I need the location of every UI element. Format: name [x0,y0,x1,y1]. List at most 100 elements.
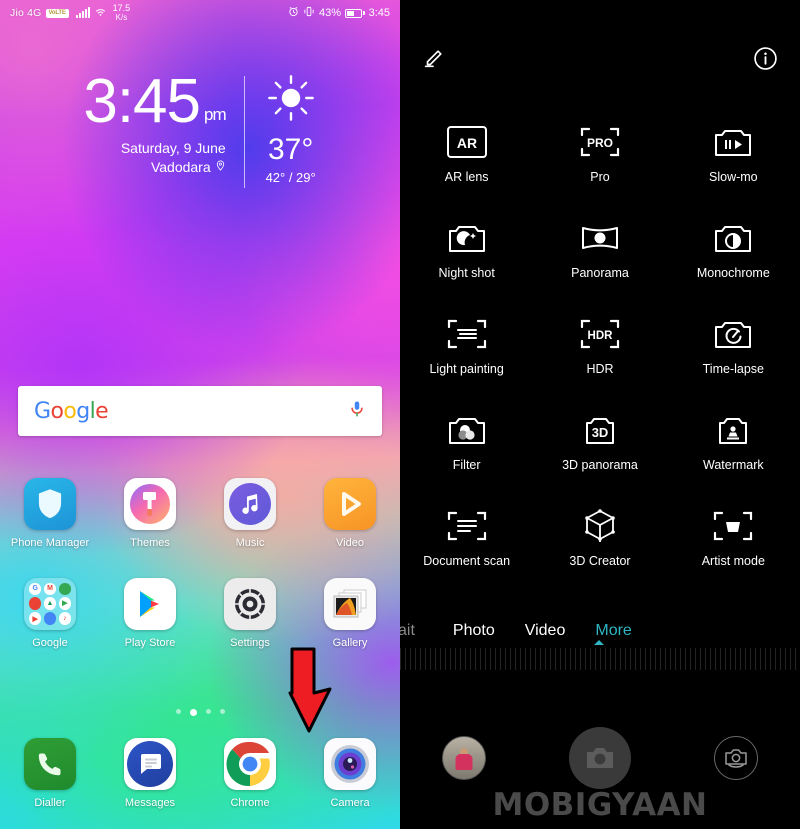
info-circle-icon[interactable] [753,46,778,76]
camera-mode-label: Time-lapse [702,362,764,376]
widget-meridiem: pm [204,105,227,125]
app-settings[interactable]: Settings [200,578,300,649]
camera-mode-label: AR lens [444,170,489,184]
camera-mode-pro[interactable]: PRO Pro [533,108,666,204]
app-label: Dialler [34,797,66,809]
tab-video[interactable]: Video [525,622,566,640]
screenshot-root: Jio 4G VoLTE 17.5 K/s 43% 3:45 3:45 pm S… [0,0,800,829]
camera-top-bar [400,44,800,78]
page-dot-active[interactable] [189,709,197,716]
app-label: Chrome [230,797,270,809]
app-themes[interactable]: Themes [100,478,200,549]
camera-mode-label: Monochrome [696,266,770,280]
camera-mode-label: Artist mode [701,554,765,568]
google-logo-letter: o [50,398,64,424]
svg-text:HDR: HDR [588,330,614,342]
shutter-button[interactable] [568,727,631,789]
dock-app-dialler[interactable]: Dialler [0,738,100,809]
clock-weather-widget[interactable]: 3:45 pm Saturday, 9 June Vadodara 37° 42… [0,67,400,188]
camera-mode-light-painting[interactable]: Light painting [400,300,533,396]
app-google-folder[interactable]: G M ▲ ▶ ▶ ♪ Google [0,578,100,649]
app-label: Music [235,537,265,549]
switch-camera-icon[interactable] [714,736,759,780]
monochrome-icon [712,216,754,260]
time-lapse-icon [712,312,754,356]
zoom-ruler-strip[interactable] [400,648,800,670]
camera-mode-filter[interactable]: Filter [400,396,533,492]
message-bubble-icon [124,738,176,790]
camera-mode-document-scan[interactable]: Document scan [400,492,533,588]
dock-app-camera[interactable]: Camera [300,738,400,809]
google-logo-letter: G [34,398,51,424]
app-video[interactable]: Video [300,478,400,549]
camera-mode-3d-creator[interactable]: 3D Creator [533,492,666,588]
camera-more-modes-panel: AR AR lens PRO Pro Slow-mo Night shot Pa… [400,0,800,829]
google-search-bar[interactable]: Google [18,386,382,436]
camera-mode-watermark[interactable]: Watermark [667,396,800,492]
camera-lens-icon [324,738,376,790]
night-shot-icon [446,216,488,260]
camera-mode-panorama[interactable]: Panorama [533,204,666,300]
home-screen-panel: Jio 4G VoLTE 17.5 K/s 43% 3:45 3:45 pm S… [0,0,400,829]
filter-icon [446,408,488,452]
pro-mode-icon: PRO [579,120,621,164]
artist-mode-icon [712,504,754,548]
active-tab-caret-icon [594,640,604,645]
page-dot[interactable] [219,709,225,714]
battery-percent-label: 43% [319,7,342,19]
app-label: Camera [330,797,370,809]
status-bar: Jio 4G VoLTE 17.5 K/s 43% 3:45 [0,0,400,26]
status-bar-left: Jio 4G VoLTE 17.5 K/s [10,4,130,23]
gallery-thumbnail[interactable] [441,736,486,780]
app-label: Play Store [124,637,176,649]
red-arrow-to-camera [278,645,348,740]
widget-time-row: 3:45 pm [83,67,227,136]
page-dot[interactable] [205,709,211,714]
tab-more[interactable]: More [595,622,631,640]
camera-mode-artist-mode[interactable]: Artist mode [667,492,800,588]
camera-mode-3d-panorama[interactable]: 3D 3D panorama [533,396,666,492]
watermark-text: MOBIGYAAN [492,787,708,823]
battery-icon [345,8,365,18]
microphone-icon[interactable] [348,398,366,425]
camera-mode-label: Document scan [423,554,511,568]
camera-mode-label: Slow-mo [709,170,758,184]
app-label: Phone Manager [10,537,90,549]
dock-app-messages[interactable]: Messages [100,738,200,809]
camera-mode-hdr[interactable]: HDR HDR [533,300,666,396]
status-bar-right: 43% 3:45 [288,6,390,20]
app-phone-manager[interactable]: Phone Manager [0,478,100,549]
app-gallery[interactable]: Gallery [300,578,400,649]
app-music[interactable]: Music [200,478,300,549]
weather-section: 37° 42° / 29° [245,72,317,185]
wifi-icon [94,6,107,20]
camera-mode-slow-mo[interactable]: Slow-mo [667,108,800,204]
ar-lens-icon: AR [446,120,488,164]
google-folder-icon: G M ▲ ▶ ▶ ♪ [24,578,76,630]
watermark-stamp-icon [712,408,754,452]
panorama-icon [579,216,621,260]
camera-mode-time-lapse[interactable]: Time-lapse [667,300,800,396]
network-speed-unit: K/s [115,13,128,22]
camera-mode-ar-lens[interactable]: AR AR lens [400,108,533,204]
svg-text:3D: 3D [592,425,609,440]
dock-app-chrome[interactable]: Chrome [200,738,300,809]
google-logo-letter: e [95,398,109,424]
app-play-store[interactable]: Play Store [100,578,200,649]
widget-time: 3:45 [83,67,201,136]
pencil-edit-icon[interactable] [422,48,444,75]
camera-mode-monochrome[interactable]: Monochrome [667,204,800,300]
settings-gear-icon [224,578,276,630]
tab-photo[interactable]: Photo [453,622,495,640]
camera-mode-label: Night shot [438,266,495,280]
svg-text:PRO: PRO [587,136,613,150]
camera-mode-label: 3D Creator [569,554,631,568]
status-bar-clock: 3:45 [368,7,390,19]
camera-mode-night-shot[interactable]: Night shot [400,204,533,300]
tab-portrait[interactable]: ait [400,622,415,640]
page-dot[interactable] [175,709,181,714]
google-logo: Google [34,398,109,424]
app-row-2: G M ▲ ▶ ▶ ♪ Google Play Store Settings G… [0,578,400,649]
video-icon [324,478,376,530]
camera-mode-label: HDR [586,362,614,376]
